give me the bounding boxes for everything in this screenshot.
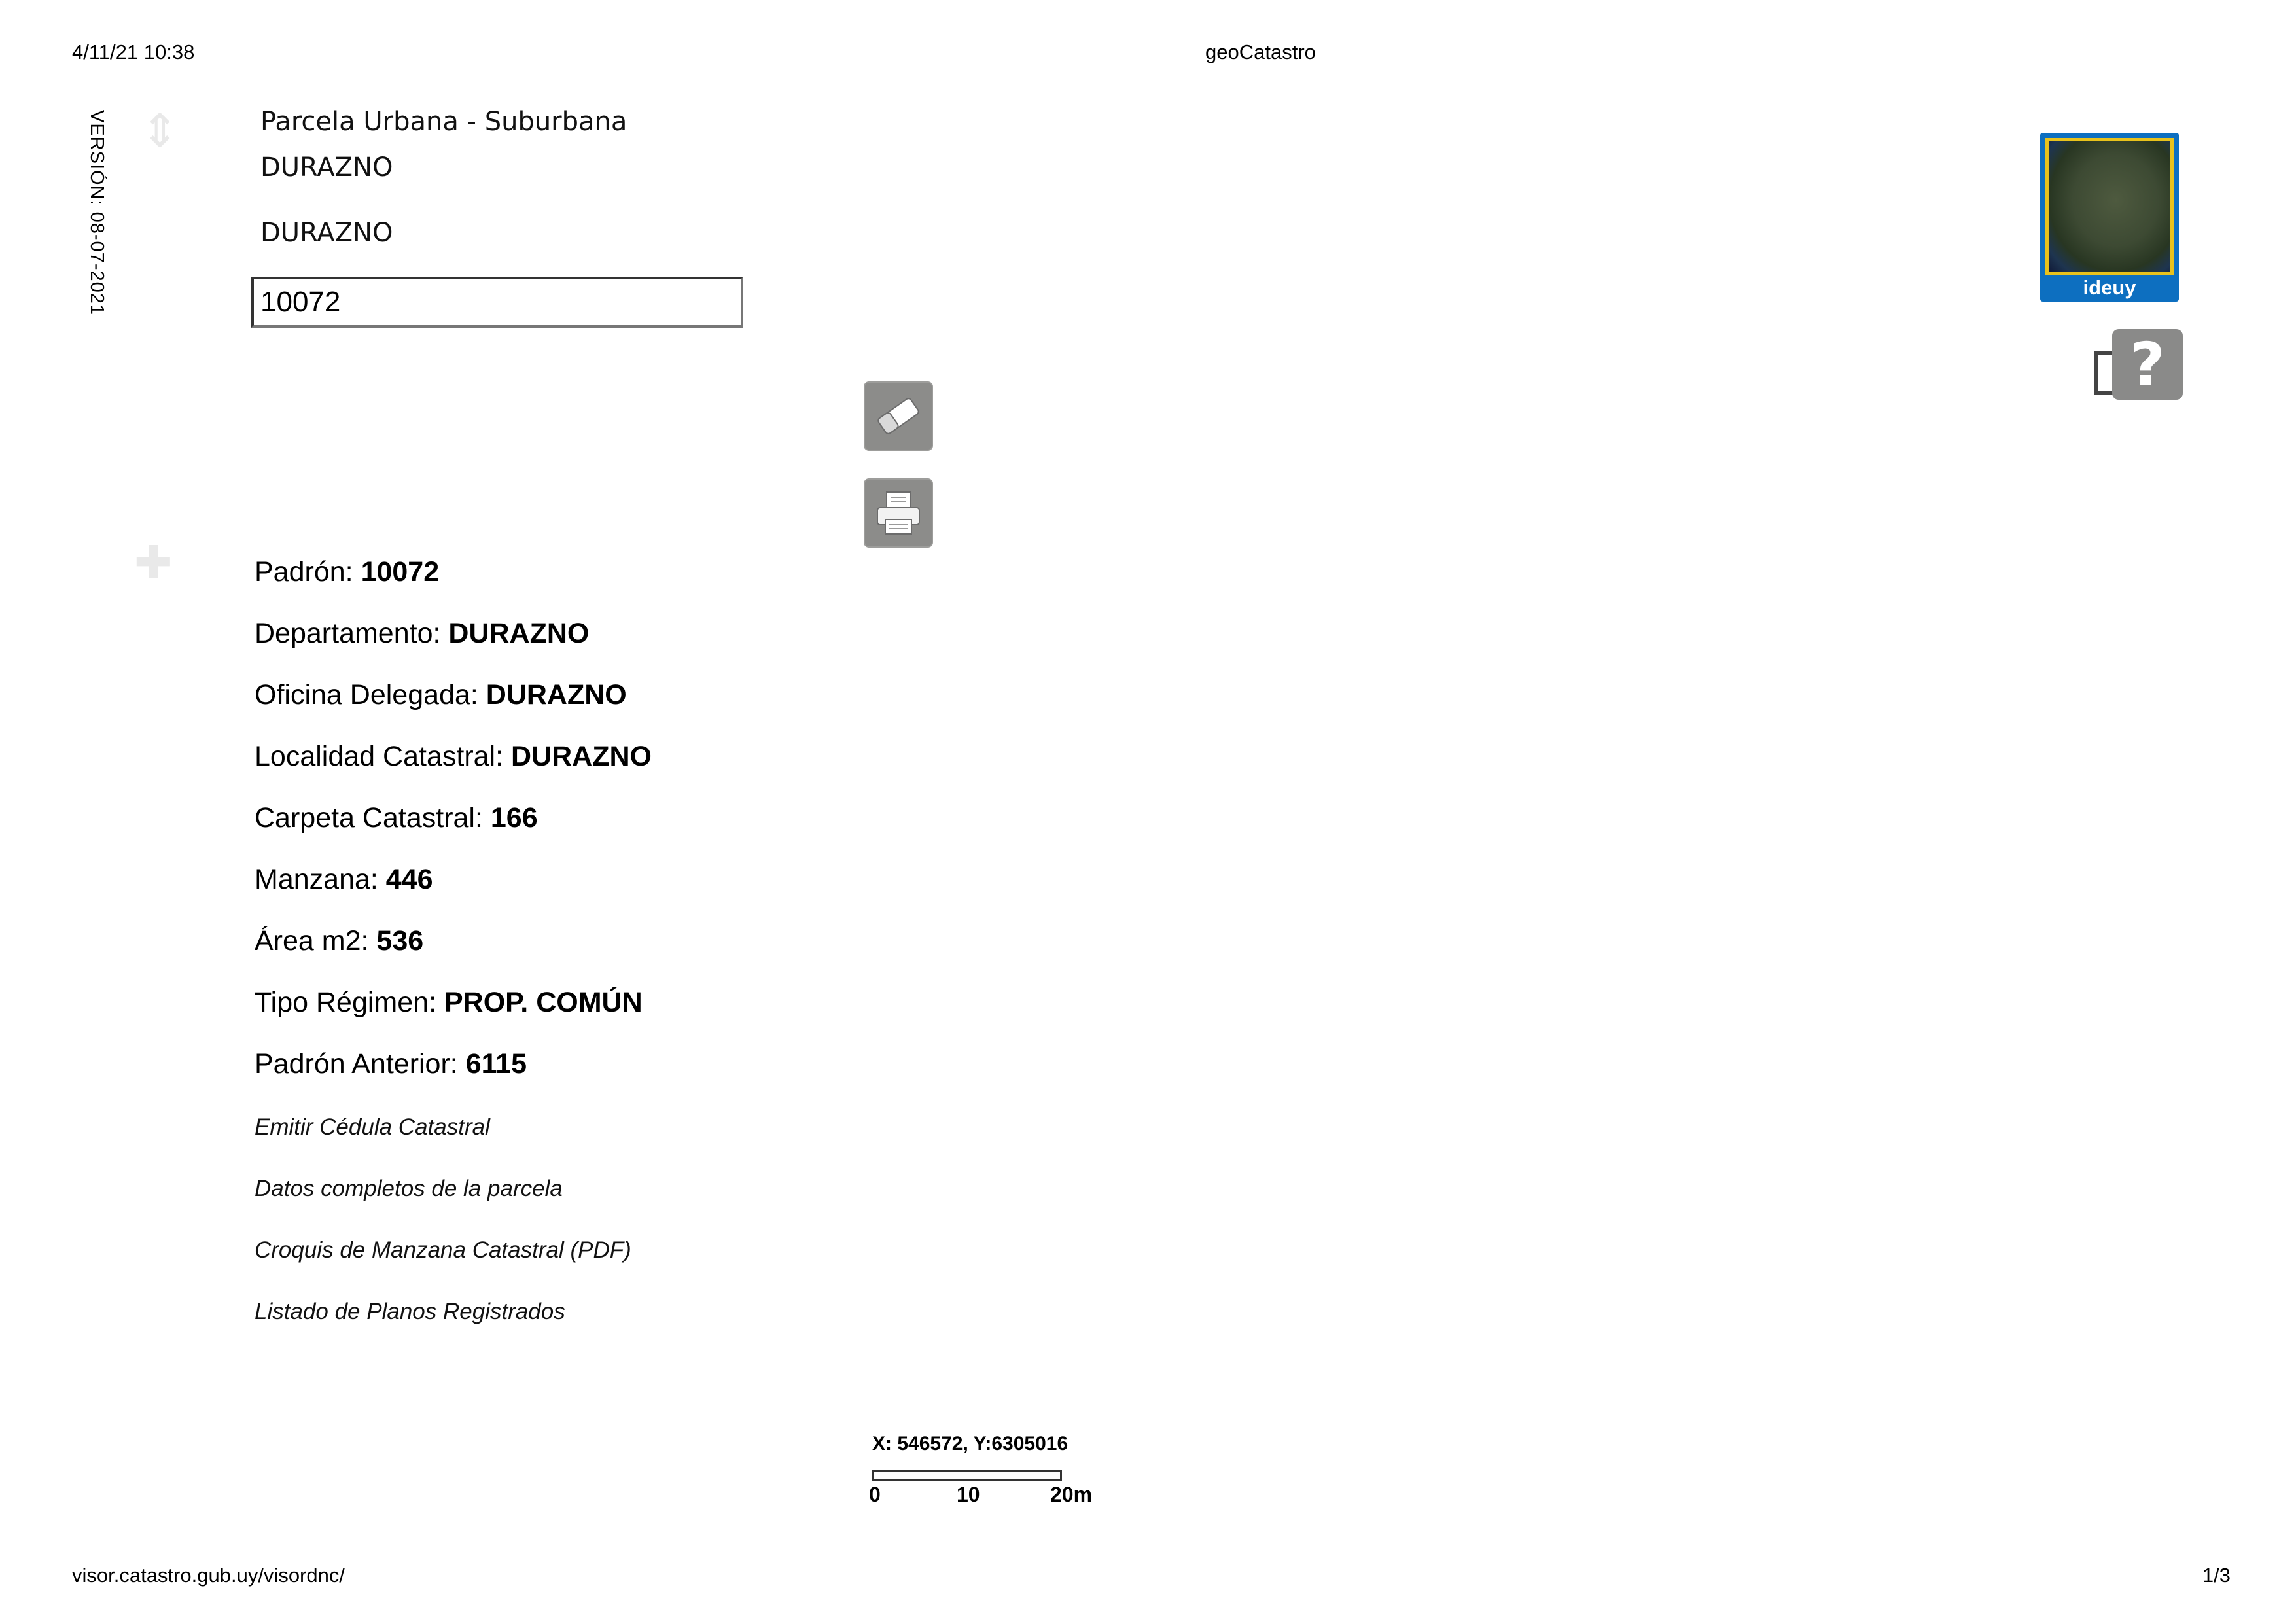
tipo-parcela-select[interactable]: Parcela Urbana - Suburbana bbox=[260, 107, 627, 137]
departamento-select[interactable]: DURAZNO bbox=[260, 152, 393, 183]
info-localidad-value: DURAZNO bbox=[511, 741, 652, 772]
padron-input[interactable] bbox=[251, 277, 743, 328]
info-padron-anterior-value: 6115 bbox=[465, 1048, 527, 1080]
info-departamento-value: DURAZNO bbox=[448, 618, 590, 649]
print-url: visor.catastro.gub.uy/visordnc/ bbox=[72, 1564, 345, 1587]
help-button[interactable]: ? bbox=[2112, 329, 2183, 400]
info-oficina-value: DURAZNO bbox=[486, 679, 627, 711]
croquis-manzana-link[interactable]: Croquis de Manzana Catastral (PDF) bbox=[255, 1237, 631, 1263]
clear-button[interactable] bbox=[864, 381, 933, 451]
info-area-label: Área m2: bbox=[255, 925, 377, 957]
info-manzana-value: 446 bbox=[385, 864, 433, 895]
info-carpeta-value: 166 bbox=[490, 802, 538, 834]
info-tipo-regimen-value: PROP. COMÚN bbox=[444, 987, 643, 1018]
datos-completos-link[interactable]: Datos completos de la parcela bbox=[255, 1176, 563, 1202]
info-tipo-regimen-label: Tipo Régimen: bbox=[255, 987, 444, 1018]
basemap-thumbnail bbox=[2045, 138, 2174, 275]
print-page: 4/11/21 10:38 geoCatastro VERSIÓN: 08-07… bbox=[0, 0, 2296, 1622]
info-tipo-regimen: Tipo Régimen: PROP. COMÚN bbox=[255, 987, 643, 1019]
info-padron: Padrón: 10072 bbox=[255, 556, 439, 588]
info-padron-label: Padrón: bbox=[255, 556, 361, 588]
info-padron-anterior: Padrón Anterior: 6115 bbox=[255, 1048, 527, 1080]
info-manzana: Manzana: 446 bbox=[255, 864, 433, 896]
eraser-icon bbox=[877, 398, 919, 434]
print-button[interactable] bbox=[864, 478, 933, 548]
info-padron-value: 10072 bbox=[361, 556, 440, 588]
info-oficina: Oficina Delegada: DURAZNO bbox=[255, 679, 627, 711]
emitir-cedula-link[interactable]: Emitir Cédula Catastral bbox=[255, 1114, 490, 1140]
info-panel-icon: ✚ bbox=[134, 537, 173, 588]
info-departamento-label: Departamento: bbox=[255, 618, 449, 649]
scale-tick-10: 10 bbox=[957, 1483, 980, 1506]
basemap-switcher[interactable]: ideuy bbox=[2040, 133, 2179, 302]
basemap-label: ideuy bbox=[2083, 276, 2136, 299]
info-area-value: 536 bbox=[376, 925, 424, 957]
version-label: VERSIÓN: 08-07-2021 bbox=[86, 110, 107, 315]
info-oficina-label: Oficina Delegada: bbox=[255, 679, 486, 711]
info-localidad-label: Localidad Catastral: bbox=[255, 741, 511, 772]
print-page-title: geoCatastro bbox=[1205, 41, 1316, 63]
scale-bar bbox=[872, 1470, 1062, 1481]
info-carpeta: Carpeta Catastral: 166 bbox=[255, 802, 538, 834]
coordinates-readout: X: 546572, Y:6305016 bbox=[872, 1433, 1069, 1455]
info-padron-anterior-label: Padrón Anterior: bbox=[255, 1048, 466, 1080]
info-localidad: Localidad Catastral: DURAZNO bbox=[255, 741, 652, 773]
info-carpeta-label: Carpeta Catastral: bbox=[255, 802, 491, 834]
print-datetime: 4/11/21 10:38 bbox=[72, 41, 195, 63]
localidad-select[interactable]: DURAZNO bbox=[260, 218, 393, 248]
print-page-number: 1/3 bbox=[2202, 1564, 2231, 1587]
info-manzana-label: Manzana: bbox=[255, 864, 386, 895]
scale-tick-0: 0 bbox=[869, 1483, 881, 1506]
scale-tick-20m: 20m bbox=[1050, 1483, 1093, 1506]
planos-registrados-link[interactable]: Listado de Planos Registrados bbox=[255, 1299, 565, 1325]
help-icon: ? bbox=[2130, 329, 2165, 400]
info-departamento: Departamento: DURAZNO bbox=[255, 618, 589, 650]
info-area: Área m2: 536 bbox=[255, 925, 423, 957]
printer-icon bbox=[877, 491, 920, 535]
search-panel-icon: ⇕ bbox=[141, 105, 179, 156]
